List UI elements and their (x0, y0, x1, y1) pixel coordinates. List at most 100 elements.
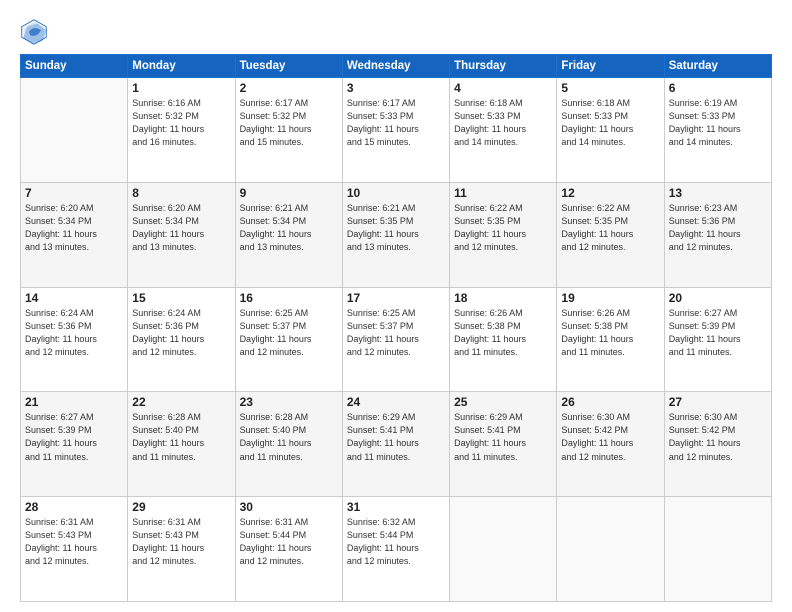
calendar-cell: 9 Sunrise: 6:21 AM Sunset: 5:34 PM Daylig… (235, 182, 342, 287)
weekday-header-sunday: Sunday (21, 55, 128, 78)
day-number: 9 (240, 186, 338, 200)
day-info: Sunrise: 6:21 AM Sunset: 5:35 PM Dayligh… (347, 202, 445, 254)
calendar-cell: 1 Sunrise: 6:16 AM Sunset: 5:32 PM Daylig… (128, 78, 235, 183)
day-number: 5 (561, 81, 659, 95)
calendar-cell: 6 Sunrise: 6:19 AM Sunset: 5:33 PM Daylig… (664, 78, 771, 183)
calendar-cell: 18 Sunrise: 6:26 AM Sunset: 5:38 PM Dayli… (450, 287, 557, 392)
calendar-cell: 10 Sunrise: 6:21 AM Sunset: 5:35 PM Dayli… (342, 182, 449, 287)
day-info: Sunrise: 6:31 AM Sunset: 5:44 PM Dayligh… (240, 516, 338, 568)
day-info: Sunrise: 6:30 AM Sunset: 5:42 PM Dayligh… (561, 411, 659, 463)
calendar-page: SundayMondayTuesdayWednesdayThursdayFrid… (0, 0, 792, 612)
day-info: Sunrise: 6:22 AM Sunset: 5:35 PM Dayligh… (561, 202, 659, 254)
day-number: 7 (25, 186, 123, 200)
day-info: Sunrise: 6:24 AM Sunset: 5:36 PM Dayligh… (132, 307, 230, 359)
day-number: 6 (669, 81, 767, 95)
day-number: 21 (25, 395, 123, 409)
day-info: Sunrise: 6:22 AM Sunset: 5:35 PM Dayligh… (454, 202, 552, 254)
calendar-cell: 29 Sunrise: 6:31 AM Sunset: 5:43 PM Dayli… (128, 497, 235, 602)
calendar-cell: 22 Sunrise: 6:28 AM Sunset: 5:40 PM Dayli… (128, 392, 235, 497)
day-number: 3 (347, 81, 445, 95)
calendar-cell: 19 Sunrise: 6:26 AM Sunset: 5:38 PM Dayli… (557, 287, 664, 392)
day-number: 4 (454, 81, 552, 95)
day-number: 10 (347, 186, 445, 200)
calendar-cell: 8 Sunrise: 6:20 AM Sunset: 5:34 PM Daylig… (128, 182, 235, 287)
day-info: Sunrise: 6:27 AM Sunset: 5:39 PM Dayligh… (669, 307, 767, 359)
day-info: Sunrise: 6:16 AM Sunset: 5:32 PM Dayligh… (132, 97, 230, 149)
day-info: Sunrise: 6:20 AM Sunset: 5:34 PM Dayligh… (25, 202, 123, 254)
calendar-cell: 16 Sunrise: 6:25 AM Sunset: 5:37 PM Dayli… (235, 287, 342, 392)
day-info: Sunrise: 6:27 AM Sunset: 5:39 PM Dayligh… (25, 411, 123, 463)
calendar-cell: 2 Sunrise: 6:17 AM Sunset: 5:32 PM Daylig… (235, 78, 342, 183)
day-number: 16 (240, 291, 338, 305)
day-info: Sunrise: 6:23 AM Sunset: 5:36 PM Dayligh… (669, 202, 767, 254)
calendar-cell: 12Sunrise: 6:22 AM Sunset: 5:35 PM Dayli… (557, 182, 664, 287)
calendar-cell: 7 Sunrise: 6:20 AM Sunset: 5:34 PM Daylig… (21, 182, 128, 287)
day-number: 22 (132, 395, 230, 409)
weekday-header-friday: Friday (557, 55, 664, 78)
day-info: Sunrise: 6:20 AM Sunset: 5:34 PM Dayligh… (132, 202, 230, 254)
day-info: Sunrise: 6:31 AM Sunset: 5:43 PM Dayligh… (132, 516, 230, 568)
calendar-cell: 28 Sunrise: 6:31 AM Sunset: 5:43 PM Dayli… (21, 497, 128, 602)
calendar-cell: 4 Sunrise: 6:18 AM Sunset: 5:33 PM Daylig… (450, 78, 557, 183)
day-number: 8 (132, 186, 230, 200)
day-number: 26 (561, 395, 659, 409)
weekday-header-thursday: Thursday (450, 55, 557, 78)
day-number: 2 (240, 81, 338, 95)
week-row-2: 7 Sunrise: 6:20 AM Sunset: 5:34 PM Daylig… (21, 182, 772, 287)
day-info: Sunrise: 6:26 AM Sunset: 5:38 PM Dayligh… (454, 307, 552, 359)
calendar-cell: 31 Sunrise: 6:32 AM Sunset: 5:44 PM Dayli… (342, 497, 449, 602)
day-number: 18 (454, 291, 552, 305)
calendar-cell: 25Sunrise: 6:29 AM Sunset: 5:41 PM Dayli… (450, 392, 557, 497)
day-number: 27 (669, 395, 767, 409)
day-info: Sunrise: 6:19 AM Sunset: 5:33 PM Dayligh… (669, 97, 767, 149)
day-number: 29 (132, 500, 230, 514)
day-number: 13 (669, 186, 767, 200)
calendar-cell: 26 Sunrise: 6:30 AM Sunset: 5:42 PM Dayli… (557, 392, 664, 497)
weekday-header-monday: Monday (128, 55, 235, 78)
day-info: Sunrise: 6:31 AM Sunset: 5:43 PM Dayligh… (25, 516, 123, 568)
day-number: 15 (132, 291, 230, 305)
day-number: 30 (240, 500, 338, 514)
calendar-cell: 13 Sunrise: 6:23 AM Sunset: 5:36 PM Dayli… (664, 182, 771, 287)
header (20, 18, 772, 46)
calendar-cell (557, 497, 664, 602)
calendar-cell: 20 Sunrise: 6:27 AM Sunset: 5:39 PM Dayli… (664, 287, 771, 392)
day-info: Sunrise: 6:29 AM Sunset: 5:41 PM Dayligh… (347, 411, 445, 463)
day-info: Sunrise: 6:21 AM Sunset: 5:34 PM Dayligh… (240, 202, 338, 254)
day-number: 31 (347, 500, 445, 514)
day-info: Sunrise: 6:32 AM Sunset: 5:44 PM Dayligh… (347, 516, 445, 568)
calendar-cell: 24 Sunrise: 6:29 AM Sunset: 5:41 PM Dayli… (342, 392, 449, 497)
day-info: Sunrise: 6:26 AM Sunset: 5:38 PM Dayligh… (561, 307, 659, 359)
calendar-cell: 30 Sunrise: 6:31 AM Sunset: 5:44 PM Dayli… (235, 497, 342, 602)
calendar-table: SundayMondayTuesdayWednesdayThursdayFrid… (20, 54, 772, 602)
day-info: Sunrise: 6:17 AM Sunset: 5:32 PM Dayligh… (240, 97, 338, 149)
day-number: 28 (25, 500, 123, 514)
weekday-header-tuesday: Tuesday (235, 55, 342, 78)
weekday-header-row: SundayMondayTuesdayWednesdayThursdayFrid… (21, 55, 772, 78)
day-number: 20 (669, 291, 767, 305)
day-number: 19 (561, 291, 659, 305)
day-info: Sunrise: 6:18 AM Sunset: 5:33 PM Dayligh… (454, 97, 552, 149)
logo (20, 18, 52, 46)
day-info: Sunrise: 6:28 AM Sunset: 5:40 PM Dayligh… (132, 411, 230, 463)
calendar-cell: 5 Sunrise: 6:18 AM Sunset: 5:33 PM Daylig… (557, 78, 664, 183)
day-info: Sunrise: 6:25 AM Sunset: 5:37 PM Dayligh… (240, 307, 338, 359)
calendar-cell: 27 Sunrise: 6:30 AM Sunset: 5:42 PM Dayli… (664, 392, 771, 497)
calendar-cell: 11Sunrise: 6:22 AM Sunset: 5:35 PM Dayli… (450, 182, 557, 287)
day-info: Sunrise: 6:18 AM Sunset: 5:33 PM Dayligh… (561, 97, 659, 149)
day-number: 24 (347, 395, 445, 409)
day-number: 23 (240, 395, 338, 409)
week-row-4: 21 Sunrise: 6:27 AM Sunset: 5:39 PM Dayli… (21, 392, 772, 497)
day-info: Sunrise: 6:28 AM Sunset: 5:40 PM Dayligh… (240, 411, 338, 463)
week-row-3: 14Sunrise: 6:24 AM Sunset: 5:36 PM Dayli… (21, 287, 772, 392)
day-info: Sunrise: 6:24 AM Sunset: 5:36 PM Dayligh… (25, 307, 123, 359)
day-info: Sunrise: 6:30 AM Sunset: 5:42 PM Dayligh… (669, 411, 767, 463)
calendar-cell: 3 Sunrise: 6:17 AM Sunset: 5:33 PM Daylig… (342, 78, 449, 183)
day-info: Sunrise: 6:29 AM Sunset: 5:41 PM Dayligh… (454, 411, 552, 463)
day-number: 1 (132, 81, 230, 95)
calendar-cell: 15 Sunrise: 6:24 AM Sunset: 5:36 PM Dayli… (128, 287, 235, 392)
weekday-header-wednesday: Wednesday (342, 55, 449, 78)
day-info: Sunrise: 6:17 AM Sunset: 5:33 PM Dayligh… (347, 97, 445, 149)
calendar-cell: 14Sunrise: 6:24 AM Sunset: 5:36 PM Dayli… (21, 287, 128, 392)
calendar-cell: 23 Sunrise: 6:28 AM Sunset: 5:40 PM Dayli… (235, 392, 342, 497)
